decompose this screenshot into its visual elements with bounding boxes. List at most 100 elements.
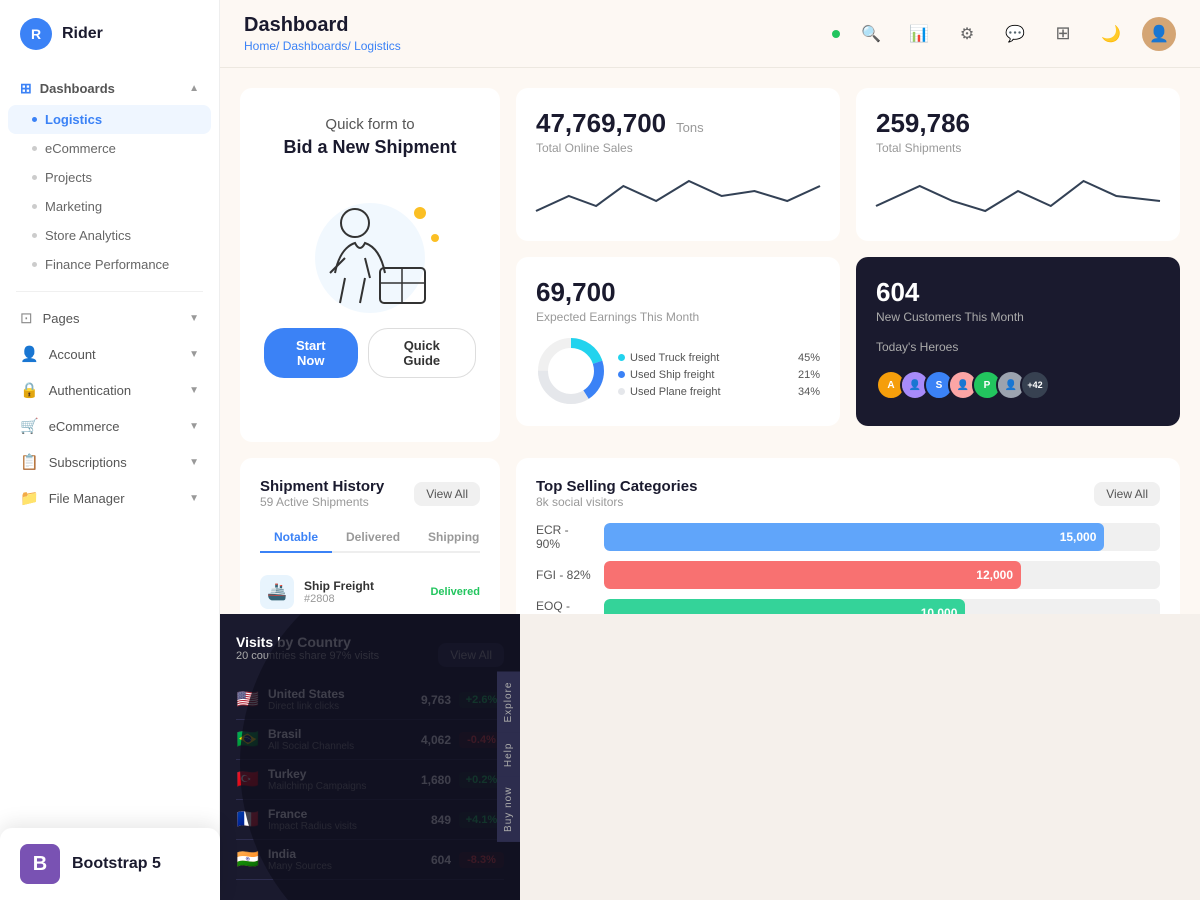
country-row: 🇧🇷 Brasil All Social Channels 4,062 -0.4… [236,720,504,760]
sidebar-item-filemanager[interactable]: 📁 File Manager ▼ [0,480,219,516]
country-info: Brasil All Social Channels [268,727,403,752]
sidebar-item-label: Store Analytics [45,228,131,243]
ship-name: Ship Freight [304,579,420,593]
country-source: Impact Radius visits [268,821,403,832]
bar-track: 15,000 [604,523,1160,551]
ship-icon: 🚢 [260,575,294,609]
dashboards-header[interactable]: ⊞ Dashboards ▲ [0,72,219,105]
settings-button[interactable]: ⚙ [950,17,984,51]
country-visits: 849 [411,813,451,827]
country-list: 🇺🇸 United States Direct link clicks 9,76… [236,680,504,880]
dot [32,146,37,151]
chevron-icon: ▼ [189,349,199,360]
sidebar-item-projects[interactable]: Projects [0,163,219,192]
shipment-view-all[interactable]: View All [414,482,480,506]
promo-banner[interactable]: B Bootstrap 5 [0,828,220,900]
selling-title: Top Selling Categories [536,478,697,495]
customers-card: 604 New Customers This Month Today's Her… [856,257,1180,426]
right-panel-content: Visits by Country 20 countries share 97%… [220,614,520,900]
shipments-value: 259,786 [876,108,970,138]
bar-fill: 12,000 [604,561,1021,589]
sidebar-item-label: eCommerce [45,141,116,156]
tab-delivered[interactable]: Delivered [332,523,414,553]
shipment-tabs: Notable Delivered Shipping [260,523,480,553]
explore-label[interactable]: Explore [497,672,520,733]
sidebar-item-ecommerce[interactable]: eCommerce [0,134,219,163]
sidebar-item-marketing[interactable]: Marketing [0,192,219,221]
country-visits: 1,680 [411,773,451,787]
dot [32,262,37,267]
sidebar-item-subscriptions[interactable]: 📋 Subscriptions ▼ [0,444,219,480]
logo-area[interactable]: R Rider [0,0,219,68]
country-name: Turkey [268,767,403,781]
quick-guide-button[interactable]: Quick Guide [368,328,476,378]
customers-label: New Customers This Month [876,310,1160,324]
country-visits: 604 [411,853,451,867]
filemanager-icon: 📁 [20,489,39,507]
user-avatar[interactable]: 👤 [1142,17,1176,51]
selling-view-all[interactable]: View All [1094,482,1160,506]
promo-icon: B [20,844,60,884]
pages-icon: ⊡ [20,309,33,327]
filemanager-label: File Manager [49,491,125,506]
bar-track: 12,000 [604,561,1160,589]
ship-status: Delivered [430,586,480,598]
tab-shipping[interactable]: Shipping [414,523,493,553]
sidebar-item-finance[interactable]: Finance Performance [0,250,219,279]
tab-notable[interactable]: Notable [260,523,332,553]
country-source: Mailchimp Campaigns [268,781,403,792]
sidebar-item-account[interactable]: 👤 Account ▼ [0,336,219,372]
ecommerce-icon: 🛒 [20,417,39,435]
sidebar-item-ecommerce-main[interactable]: 🛒 eCommerce ▼ [0,408,219,444]
country-info: United States Direct link clicks [268,687,403,712]
country-info: Turkey Mailchimp Campaigns [268,767,403,792]
sidebar-item-pages[interactable]: ⊡ Pages ▼ [0,300,219,336]
earnings-card: 69,700 Expected Earnings This Month [516,257,840,426]
shipment-item: 🚢 Ship Freight #2808 Delivered [260,567,480,614]
buy-now-label[interactable]: Buy now [497,777,520,842]
header-left: Dashboard Home/ Dashboards/ Logistics [244,14,401,53]
shipment-history-card: Shipment History 59 Active Shipments Vie… [240,458,500,614]
dashboards-icon: ⊞ [20,80,32,97]
hero-card: Quick form to Bid a New Shipment [240,88,500,442]
start-now-button[interactable]: Start Now [264,328,358,378]
content-area: Quick form to Bid a New Shipment [220,68,1200,900]
country-flag: 🇧🇷 [236,729,260,750]
dark-mode-toggle[interactable]: 🌙 [1094,17,1128,51]
country-name: United States [268,687,403,701]
sidebar-item-store-analytics[interactable]: Store Analytics [0,221,219,250]
subscriptions-icon: 📋 [20,453,39,471]
auth-icon: 🔒 [20,381,39,399]
sidebar-item-label: Projects [45,170,92,185]
sidebar-item-authentication[interactable]: 🔒 Authentication ▼ [0,372,219,408]
hero-buttons: Start Now Quick Guide [264,328,476,378]
chevron-icon: ▼ [189,493,199,504]
country-name: Brasil [268,727,403,741]
country-row: 🇫🇷 France Impact Radius visits 849 +4.1% [236,800,504,840]
country-visits: 4,062 [411,733,451,747]
country-info: France Impact Radius visits [268,807,403,832]
earnings-value: 69,700 [536,277,616,307]
hero-subtitle: Bid a New Shipment [283,137,456,158]
dot [32,233,37,238]
sidebar-item-label: Marketing [45,199,102,214]
messages-button[interactable]: 💬 [998,17,1032,51]
chevron-icon: ▼ [189,385,199,396]
country-name: India [268,847,403,861]
sidebar-item-logistics[interactable]: Logistics [8,105,211,134]
grid-button[interactable]: ⊞ [1046,17,1080,51]
heroes-label: Today's Heroes [876,340,1160,354]
help-label[interactable]: Help [497,732,520,777]
search-button[interactable]: 🔍 [854,17,888,51]
chart-button[interactable]: 📊 [902,17,936,51]
breadcrumb: Home/ Dashboards/ Logistics [244,39,401,53]
sales-card: 47,769,700 Tons Total Online Sales [516,88,840,241]
bar-fill: 15,000 [604,523,1104,551]
earnings-label: Expected Earnings This Month [536,310,820,324]
dashboards-label: Dashboards [40,81,115,96]
sales-label: Total Online Sales [536,141,820,155]
visits-view-all[interactable]: View All [438,643,504,667]
shipment-header: Shipment History 59 Active Shipments Vie… [260,478,480,509]
auth-label: Authentication [49,383,131,398]
pages-label: Pages [43,311,80,326]
